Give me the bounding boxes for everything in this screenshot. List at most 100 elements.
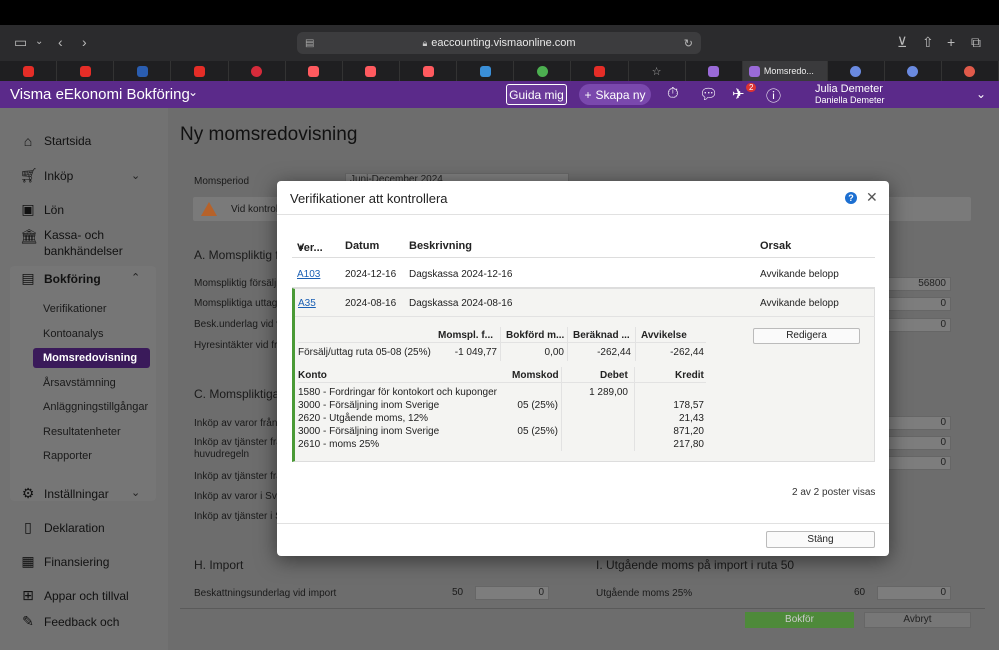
account-kredit: 178,57 [673, 400, 704, 411]
sidebar-item-inkop[interactable]: 🛒︎ Inköp [20, 167, 73, 184]
plane-icon [479, 65, 491, 77]
tab-youtube-2[interactable] [57, 61, 115, 81]
sidebar-item-label: Appar och tillval [44, 588, 129, 603]
sidebar-sub-momsredovisning[interactable]: Momsredovisning [33, 348, 150, 368]
tab-airbnb-8[interactable] [400, 61, 458, 81]
column-header-datum[interactable]: Datum [345, 240, 379, 252]
tab-momsredovisning[interactable]: Momsredo... [742, 61, 828, 81]
address-bar[interactable]: ▤ 🔒︎ eaccounting.vismaonline.com ↻ [297, 32, 701, 54]
redigera-button[interactable]: Redigera [753, 328, 860, 344]
row-label: Inköp av varor i Sver [194, 491, 286, 502]
tab-airbnb-6[interactable] [286, 61, 343, 81]
youtube-icon [79, 65, 91, 77]
tab-overview-icon[interactable]: ⧉ [971, 34, 981, 51]
back-icon[interactable]: ‹ [58, 34, 63, 50]
chevron-down-icon[interactable]: ⌄ [188, 85, 198, 99]
account-kredit: 217,80 [673, 439, 704, 450]
table-row[interactable]: A103 2024-12-16 Dagskassa 2024-12-16 Avv… [292, 260, 875, 288]
sidebar-sub-kontoanalys[interactable]: Kontoanalys [43, 328, 104, 340]
import-field[interactable]: 0 [475, 586, 549, 600]
user-name[interactable]: Julia Demeter [815, 83, 883, 95]
column-header-orsak[interactable]: Orsak [760, 240, 791, 252]
close-icon[interactable]: ✕ [866, 189, 878, 206]
tab-visma-13[interactable] [686, 61, 743, 81]
verifications-modal: Verifikationer att kontrollera ? ✕ Ver..… [277, 181, 889, 556]
row-label: Momspliktiga uttag [194, 298, 278, 309]
sidebar-sub-arsavstamning[interactable]: Årsavstämning [43, 377, 116, 389]
tab-airbnb-7[interactable] [343, 61, 400, 81]
app-title[interactable]: Visma eEkonomi Bokföring [10, 86, 190, 103]
guide-button[interactable]: Guida mig [506, 84, 567, 105]
tab-site-3[interactable] [114, 61, 172, 81]
row-label: huvudregeln [194, 449, 250, 460]
user-org: Daniella Demeter [815, 95, 885, 105]
timer-icon[interactable]: ⏱︎ [667, 85, 679, 102]
star-icon: ☆ [651, 65, 662, 78]
account-name: 3000 - Försäljning inom Sverige [298, 400, 440, 411]
new-tab-icon[interactable]: + [947, 34, 955, 50]
verification-link[interactable]: A35 [298, 298, 316, 309]
sidebar-item-appar[interactable]: ⊞ Appar och tillval [20, 587, 129, 604]
chevron-down-icon[interactable]: ⌄ [35, 36, 43, 47]
column-header-beskrivning[interactable]: Beskrivning [409, 240, 472, 252]
sidebar-item-installningar[interactable]: ⚙︎ Inställningar [20, 485, 109, 502]
chevron-up-icon[interactable]: ⌃ [131, 271, 140, 284]
tab-site-17[interactable] [942, 61, 999, 81]
sidebar-sub-rapporter[interactable]: Rapporter [43, 450, 92, 462]
youtube-icon [193, 65, 205, 77]
sidebar-sub-verifikationer[interactable]: Verifikationer [43, 303, 107, 315]
sidebar-item-label: Inköp [44, 168, 74, 183]
page-title: Ny momsredovisning [180, 124, 358, 145]
rocket-icon[interactable]: ✈︎ [732, 85, 745, 103]
avbryt-button[interactable]: Avbryt [864, 612, 971, 628]
create-new-button[interactable]: + Skapa ny [579, 84, 651, 105]
download-icon[interactable]: ⊻ [897, 34, 907, 51]
visma-icon [708, 65, 720, 77]
sidebar-item-kassa[interactable]: 🏛︎ Kassa- och bankhändelser [20, 228, 123, 258]
chevron-down-icon[interactable]: ⌄ [131, 486, 140, 499]
share-icon[interactable]: ⇧ [922, 34, 934, 51]
sidebar-item-startsida[interactable]: ⌂ Startsida [20, 133, 92, 149]
sidebar-item-finansiering[interactable]: ▦ Finansiering [20, 553, 109, 570]
tab-youtube-4[interactable] [171, 61, 229, 81]
sidebar-item-feedback[interactable]: ✎ Feedback och [20, 613, 119, 630]
sidebar-sub-anlaggningstillgangar[interactable]: Anläggningstillgångar [43, 401, 148, 413]
account-header-kredit: Kredit [675, 370, 704, 381]
reload-icon[interactable]: ↻ [684, 37, 693, 50]
sidebar-item-lon[interactable]: ▣ Lön [20, 201, 64, 218]
forward-icon[interactable]: › [82, 34, 87, 50]
sidebar-item-deklaration[interactable]: ▯ Deklaration [20, 519, 105, 536]
tab-site-5[interactable] [229, 61, 286, 81]
table-row[interactable]: A35 2024-08-16 Dagskassa 2024-08-16 Avvi… [295, 289, 875, 317]
apps-icon: ⊞ [22, 587, 34, 603]
tab-label: Momsredo... [763, 66, 814, 76]
bokfor-button[interactable]: Bokför [745, 612, 854, 628]
tab-site-16[interactable] [885, 61, 942, 81]
wallet-icon: ▣ [21, 201, 35, 217]
notification-badge: 2 [746, 83, 757, 92]
account-debet: 1 289,00 [589, 387, 628, 398]
tab-site-15[interactable] [828, 61, 885, 81]
sidebar-toggle-icon[interactable]: ▭ [14, 34, 27, 51]
chat-icon[interactable]: 💬︎ [699, 85, 718, 103]
tab-star-12[interactable]: ☆ [629, 61, 686, 81]
import-vat-field[interactable]: 0 [877, 586, 951, 600]
verification-link[interactable]: A103 [297, 269, 320, 280]
sidebar-item-label: Deklaration [44, 520, 105, 535]
help-circle-icon[interactable]: ⓘ [766, 85, 781, 106]
chevron-down-icon[interactable]: ⌄ [976, 87, 986, 101]
divider [634, 367, 635, 451]
help-icon[interactable]: ? [845, 192, 857, 204]
site-icon [907, 65, 919, 77]
tab-google-10[interactable] [514, 61, 572, 81]
sidebar-sub-resultatenheter[interactable]: Resultatenheter [43, 426, 121, 438]
tab-youtube-11[interactable] [571, 61, 629, 81]
sidebar-item-label: Kassa- och [44, 228, 105, 242]
sidebar-item-bokforing[interactable]: ▤ Bokföring [20, 270, 100, 287]
tab-youtube-1[interactable] [0, 61, 58, 81]
vat-value: -262,44 [597, 347, 631, 358]
tab-flight-9[interactable] [457, 61, 515, 81]
close-button[interactable]: Stäng [766, 531, 875, 548]
divider [298, 382, 706, 383]
chevron-down-icon[interactable]: ⌄ [131, 169, 140, 182]
